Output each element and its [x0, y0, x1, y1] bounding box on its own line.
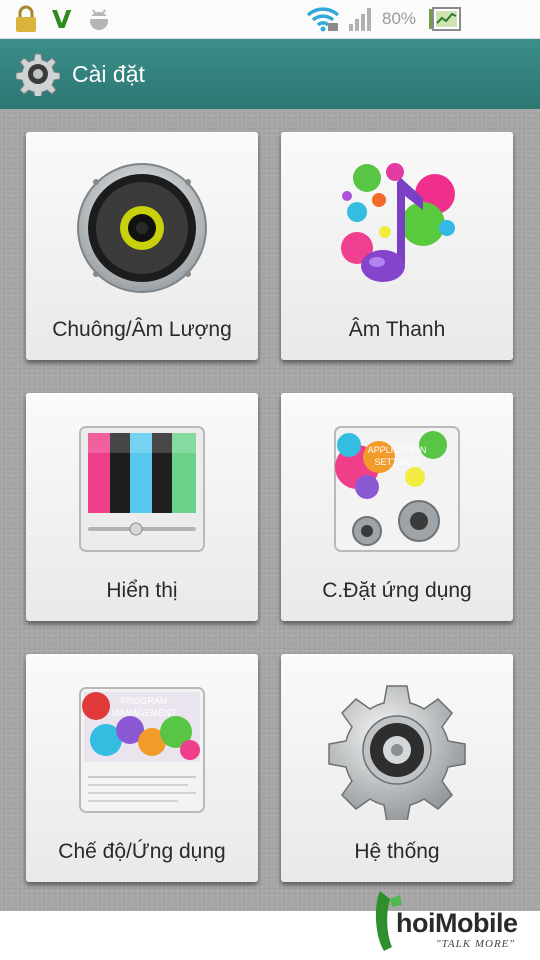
- wifi-icon: [306, 0, 340, 38]
- program-text-2: MANAGEMENT: [112, 708, 177, 718]
- settings-grid: Chuông/Âm Lượng Âm Thanh Hiển thị APPLIC…: [0, 109, 540, 911]
- tile-label: Hệ thống: [354, 840, 440, 863]
- battery-percent: 80%: [382, 9, 417, 28]
- tile-system[interactable]: Hệ thống: [281, 654, 513, 882]
- battery-icon: [428, 0, 462, 38]
- watermark-brand: hoiMobile: [396, 908, 518, 938]
- program-text-1: PROGRAM: [121, 696, 168, 706]
- android-debug-icon: [86, 0, 112, 38]
- tile-app-settings[interactable]: APPLICATION SETTINGS C.Đặt ứng dụng: [281, 393, 513, 621]
- lock-icon: [14, 0, 38, 38]
- page-title: Cài đặt: [72, 61, 145, 87]
- tile-ringtone-volume[interactable]: Chuông/Âm Lượng: [26, 132, 258, 360]
- application-settings-icon: APPLICATION SETTINGS: [327, 419, 467, 559]
- app-settings-text-1: APPLICATION: [368, 445, 427, 455]
- tile-modes-apps[interactable]: PROGRAM MANAGEMENT Chế độ/Ứng dụng: [26, 654, 258, 882]
- watermark-tagline: "TALK MORE": [436, 938, 516, 950]
- carrier-v-icon: V: [52, 4, 72, 34]
- tile-sound[interactable]: Âm Thanh: [281, 132, 513, 360]
- tile-label: Chế độ/Ứng dụng: [58, 840, 226, 863]
- program-management-icon: PROGRAM MANAGEMENT: [72, 680, 212, 820]
- speaker-icon: [72, 158, 212, 298]
- title-bar: Cài đặt: [0, 39, 540, 109]
- status-bar: V 80%: [0, 0, 540, 39]
- tile-label: C.Đặt ứng dụng: [322, 579, 472, 602]
- tile-display[interactable]: Hiển thị: [26, 393, 258, 621]
- signal-icon: [348, 0, 374, 38]
- tile-label: Hiển thị: [106, 579, 178, 602]
- watermark-bar: hoiMobile "TALK MORE": [0, 891, 540, 960]
- app-settings-text-2: SETTINGS: [374, 457, 419, 467]
- music-note-icon: [327, 158, 467, 298]
- settings-gear-icon[interactable]: [15, 52, 61, 99]
- tile-label: Chuông/Âm Lượng: [52, 318, 232, 341]
- tile-label: Âm Thanh: [348, 318, 446, 341]
- display-bars-icon: [72, 419, 212, 559]
- system-gear-icon: [327, 680, 467, 823]
